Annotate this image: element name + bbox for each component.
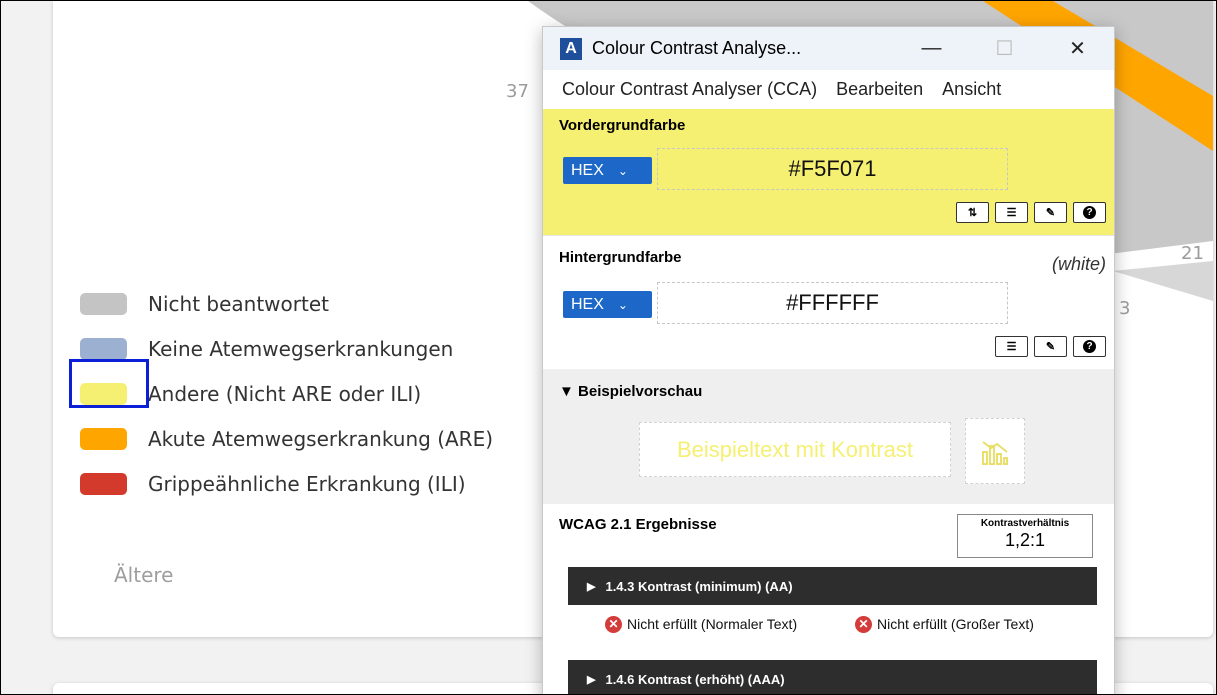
legend-label: Grippeähnliche Erkrankung (ILI) [148,471,466,496]
background-title: Hintergrundfarbe [559,249,682,266]
legend-label: Andere (Nicht ARE oder ILI) [148,381,422,406]
foreground-format-select[interactable]: HEX ⌄ [563,157,652,184]
sliders-icon[interactable]: ☰ [995,336,1028,357]
preview-section: ▼ Beispielvorschau Beispieltext mit Kont… [543,369,1114,504]
format-label: HEX [571,161,604,179]
criterion-1-4-6[interactable]: ▶ 1.4.6 Kontrast (erhöht) (AAA) [568,660,1097,694]
axis-label-37: 37 [506,81,529,102]
large-text-result: ✕ Nicht erfüllt (Großer Text) [855,616,1034,633]
format-label: HEX [571,295,604,313]
menu-view[interactable]: Ansicht [942,79,1001,100]
window-title: Colour Contrast Analyse... [592,38,802,58]
close-button[interactable]: ✕ [1041,36,1114,61]
results-section: WCAG 2.1 Ergebnisse Kontrastverhältnis 1… [543,504,1114,694]
foreground-section: Vordergrundfarbe HEX ⌄ #F5F071 ⇅ ☰ ✎ ? [543,109,1114,235]
fail-icon: ✕ [605,616,622,633]
sample-text-preview: Beispieltext mit Kontrast [639,422,951,477]
foreground-hex-value: #F5F071 [788,156,877,181]
legend-swatch [80,337,127,360]
swap-colors-icon[interactable]: ⇅ [956,202,989,223]
legend-label: Nicht beantwortet [148,291,329,316]
large-text-result-label: Nicht erfüllt (Großer Text) [877,616,1034,632]
screen-frame: 37 21 3 Nicht beantwortet Keine Atemwegs… [0,0,1217,695]
foreground-tools: ⇅ ☰ ✎ ? [956,202,1106,223]
criterion-label: 1.4.6 Kontrast (erhöht) (AAA) [605,671,785,687]
background-hex-value: #FFFFFF [786,290,879,315]
eyedropper-icon[interactable]: ✎ [1034,202,1067,223]
chevron-down-icon: ⌄ [617,297,628,312]
older-link[interactable]: Ältere [114,563,173,587]
help-icon[interactable]: ? [1073,202,1106,223]
background-hex-input[interactable]: #FFFFFF [657,282,1008,324]
foreground-title: Vordergrundfarbe [559,117,686,134]
cca-app-icon: A [560,37,582,60]
contrast-ratio-value: 1,2:1 [1004,530,1046,550]
preview-toggle[interactable]: ▼ Beispielvorschau [559,383,702,400]
legend-item-ili: Grippeähnliche Erkrankung (ILI) [80,461,493,506]
expand-arrow-icon: ▶ [587,673,596,686]
cca-window: A Colour Contrast Analyse... — ☐ ✕ Colou… [542,26,1115,694]
legend-label: Keine Atemwegserkrankungen [148,336,454,361]
background-color-name: (white) [1051,254,1106,274]
legend-item-are: Akute Atemwegserkrankung (ARE) [80,416,493,461]
criterion-1-4-3[interactable]: ▶ 1.4.3 Kontrast (minimum) (AA) [568,567,1097,605]
contrast-ratio-box: Kontrastverhältnis 1,2:1 [957,514,1093,558]
legend-label: Akute Atemwegserkrankung (ARE) [148,426,494,451]
legend-swatch [80,472,127,495]
menu-edit[interactable]: Bearbeiten [836,79,923,100]
chevron-down-icon: ⌄ [617,163,628,178]
normal-text-result: ✕ Nicht erfüllt (Normaler Text) [605,616,835,633]
background-format-select[interactable]: HEX ⌄ [563,291,652,318]
normal-text-result-label: Nicht erfüllt (Normaler Text) [627,616,798,632]
focus-highlight-box [69,359,149,408]
axis-label-21: 21 [1181,243,1204,264]
foreground-hex-input[interactable]: #F5F071 [657,148,1008,190]
sliders-icon[interactable]: ☰ [995,202,1028,223]
eyedropper-icon[interactable]: ✎ [1034,336,1067,357]
legend-swatch [80,292,127,315]
legend-item-not-answered: Nicht beantwortet [80,281,493,326]
axis-label-3: 3 [1119,298,1131,319]
background-section: Hintergrundfarbe (white) HEX ⌄ #FFFFFF ☰… [543,235,1114,369]
background-tools: ☰ ✎ ? [995,336,1106,357]
help-icon[interactable]: ? [1073,336,1106,357]
sample-chart-icon [965,418,1025,484]
title-bar[interactable]: A Colour Contrast Analyse... — ☐ ✕ [543,27,1114,70]
minimize-button[interactable]: — [895,37,968,60]
legend-swatch [80,427,127,450]
contrast-ratio-label: Kontrastverhältnis [980,518,1070,529]
fail-icon: ✕ [855,616,872,633]
criterion-label: 1.4.3 Kontrast (minimum) (AA) [605,578,793,594]
results-title: WCAG 2.1 Ergebnisse [559,516,717,533]
menu-cca[interactable]: Colour Contrast Analyser (CCA) [562,79,817,100]
expand-arrow-icon: ▶ [587,580,596,593]
maximize-button[interactable]: ☐ [968,36,1041,61]
menu-bar: Colour Contrast Analyser (CCA) Bearbeite… [543,70,1114,109]
